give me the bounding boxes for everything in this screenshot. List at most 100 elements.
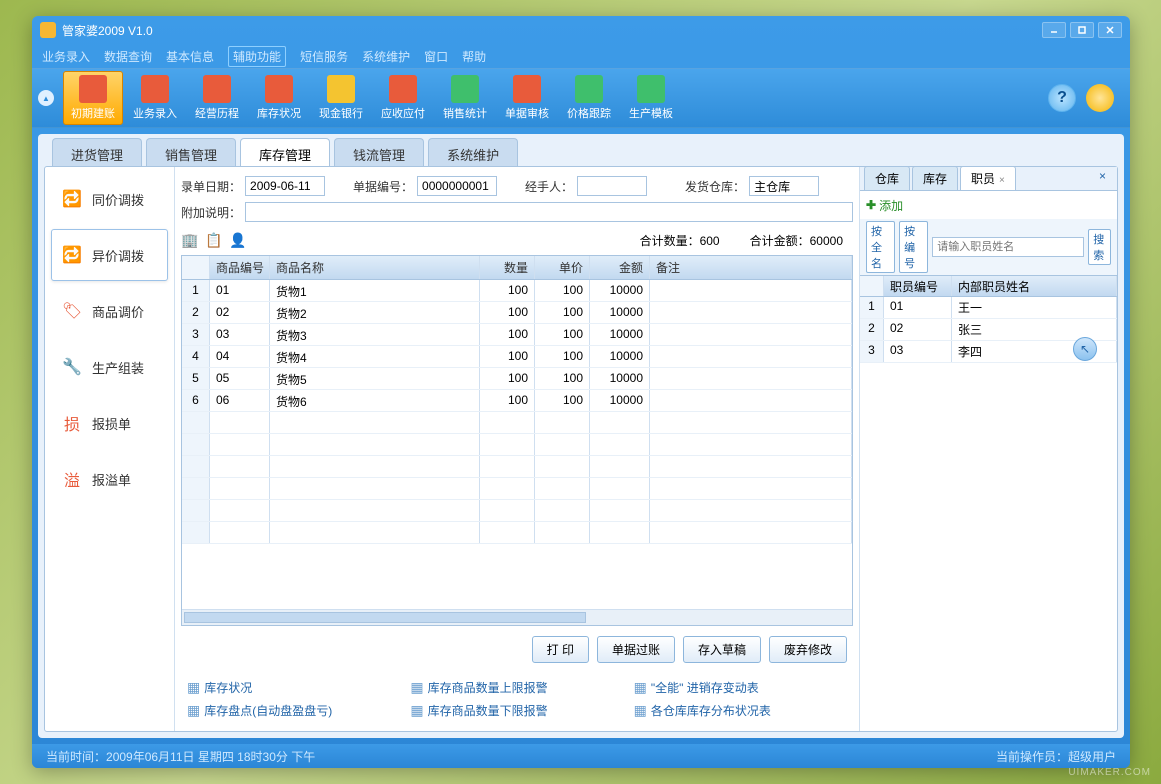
add-button[interactable]: ✚添加 [866,197,903,214]
right-tab[interactable]: 职员× [960,166,1016,190]
warehouse-input[interactable] [749,176,819,196]
main-tab[interactable]: 钱流管理 [334,138,424,166]
action-button[interactable]: 单据过账 [597,636,675,663]
docno-input[interactable] [417,176,497,196]
mini-icon-3[interactable]: 👤 [229,231,247,249]
toolbar-button[interactable]: 库存状况 [249,71,309,125]
quick-link[interactable]: 库存盘点(自动盘盈盘亏) [187,702,400,719]
handler-input[interactable] [577,176,647,196]
col-memo[interactable]: 备注 [650,256,852,279]
right-tab[interactable]: 仓库 [864,166,910,190]
rcol-code[interactable]: 职员编号 [884,276,952,296]
right-grid-body[interactable]: 101王一202张三303李四↖ [860,297,1117,731]
menu-item[interactable]: 业务录入 [42,48,90,65]
menu-item[interactable]: 帮助 [462,48,486,65]
quick-link[interactable]: 各仓库库存分布状况表 [634,702,847,719]
quick-link[interactable]: 库存商品数量下限报警 [410,702,623,719]
close-button[interactable] [1098,22,1122,38]
toolbar-button[interactable]: 现金银行 [311,71,371,125]
col-price[interactable]: 单价 [535,256,590,279]
date-input[interactable] [245,176,325,196]
panel-close-icon[interactable]: × [1099,169,1113,183]
table-row[interactable] [182,412,852,434]
warehouse-label: 发货仓库： [685,178,745,195]
sidebar-item[interactable]: 溢报溢单 [51,453,168,505]
table-row[interactable] [182,456,852,478]
col-qty[interactable]: 数量 [480,256,535,279]
summary-amount: 合计金额：60000 [750,232,843,249]
toolbar-button[interactable]: 经营历程 [187,71,247,125]
rcol-index[interactable] [860,276,884,296]
grid-body[interactable]: 101货物110010010000202货物210010010000303货物3… [182,280,852,609]
menu-item[interactable]: 基本信息 [166,48,214,65]
mini-icon-2[interactable]: 📋 [205,231,223,249]
main-tab[interactable]: 系统维护 [428,138,518,166]
grid-header: 商品编号 商品名称 数量 单价 金额 备注 [182,256,852,280]
h-scrollbar[interactable] [182,609,852,625]
toolbar-button[interactable]: 生产模板 [621,71,681,125]
staff-search-input[interactable] [932,237,1084,257]
action-button[interactable]: 废弃修改 [769,636,847,663]
toolbar-button[interactable]: 业务录入 [125,71,185,125]
table-row[interactable]: 606货物610010010000 [182,390,852,412]
menu-item[interactable]: 窗口 [424,48,448,65]
menu-item[interactable]: 数据查询 [104,48,152,65]
mini-icon-1[interactable]: 🏢 [181,231,199,249]
table-row[interactable] [182,522,852,544]
note-input[interactable] [245,202,853,222]
toolbar-button[interactable]: 应收应付 [373,71,433,125]
right-tab[interactable]: 库存 [912,166,958,190]
scroll-up-icon[interactable]: ↖ [1073,337,1097,361]
table-row[interactable]: 404货物410010010000 [182,346,852,368]
col-amount[interactable]: 金额 [590,256,650,279]
sidebar-item[interactable]: 🏷商品调价 [51,285,168,337]
toolbar-button[interactable]: 价格跟踪 [559,71,619,125]
quick-link[interactable]: 库存商品数量上限报警 [410,679,623,696]
filter-code-button[interactable]: 按编号 [899,221,928,273]
app-icon [40,22,56,38]
sidebar-item[interactable]: 🔁同价调拨 [51,173,168,225]
menu-item[interactable]: 辅助功能 [228,46,286,67]
maximize-button[interactable] [1070,22,1094,38]
col-code[interactable]: 商品编号 [210,256,270,279]
sidebar-item[interactable]: 🔁异价调拨 [51,229,168,281]
search-button[interactable]: 搜索 [1088,229,1111,265]
settings-icon[interactable] [1086,84,1114,112]
toolbar-button[interactable]: 销售统计 [435,71,495,125]
filter-fullname-button[interactable]: 按全名 [866,221,895,273]
table-row[interactable] [182,434,852,456]
quick-links: 库存状况库存商品数量上限报警 "全能" 进销存变动表库存盘点(自动盘盈盘亏) 库存商… [181,673,853,725]
main-tab[interactable]: 库存管理 [240,138,330,166]
minimize-button[interactable] [1042,22,1066,38]
content-area: 进货管理销售管理库存管理钱流管理系统维护 🔁同价调拨🔁异价调拨🏷商品调价🔧生产组… [38,134,1124,738]
sidebar-item[interactable]: 🔧生产组装 [51,341,168,393]
col-name[interactable]: 商品名称 [270,256,480,279]
table-row[interactable]: 505货物510010010000 [182,368,852,390]
statusbar: 当前时间：2009年06月11日 星期四 18时30分 下午 当前操作员：超级用… [32,744,1130,768]
titlebar[interactable]: 管家婆2009 V1.0 [32,16,1130,44]
table-row[interactable] [182,500,852,522]
toolbar-button[interactable]: 单据审核 [497,71,557,125]
menu-item[interactable]: 系统维护 [362,48,410,65]
toolbar-button[interactable]: 初期建账 [63,71,123,125]
status-time: 当前时间：2009年06月11日 星期四 18时30分 下午 [46,748,315,765]
main-tab[interactable]: 销售管理 [146,138,236,166]
staff-row[interactable]: 101王一 [860,297,1117,319]
rcol-name[interactable]: 内部职员姓名 [952,276,1117,296]
sidebar-item[interactable]: 损报损单 [51,397,168,449]
note-label: 附加说明： [181,204,241,221]
table-row[interactable] [182,478,852,500]
table-row[interactable]: 101货物110010010000 [182,280,852,302]
action-button[interactable]: 打 印 [532,636,589,663]
main-tab[interactable]: 进货管理 [52,138,142,166]
table-row[interactable]: 303货物310010010000 [182,324,852,346]
menu-item[interactable]: 短信服务 [300,48,348,65]
tab-close-icon[interactable]: × [999,175,1005,186]
action-button[interactable]: 存入草稿 [683,636,761,663]
col-index[interactable] [182,256,210,279]
quick-link[interactable]: 库存状况 [187,679,400,696]
collapse-toolbar-icon[interactable]: ▲ [38,90,54,106]
help-icon[interactable]: ? [1048,84,1076,112]
quick-link[interactable]: "全能" 进销存变动表 [634,679,847,696]
table-row[interactable]: 202货物210010010000 [182,302,852,324]
